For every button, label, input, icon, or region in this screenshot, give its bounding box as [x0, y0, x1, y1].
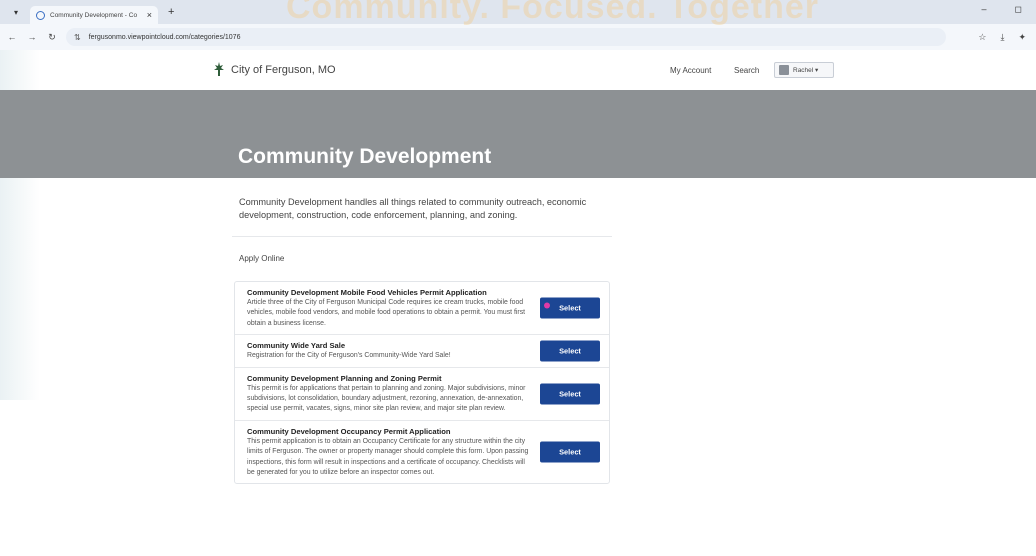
- section-heading: Apply Online: [239, 254, 285, 263]
- browser-toolbar: ← → ↻ ⇅ fergusonmo.viewpointcloud.com/ca…: [0, 24, 1036, 50]
- site-header: City of Ferguson, MO My Account Search R…: [0, 50, 1036, 90]
- list-item: Community Development Mobile Food Vehicl…: [235, 282, 609, 336]
- avatar: [779, 65, 789, 75]
- download-icon[interactable]: ⤓: [1000, 32, 1004, 43]
- select-button[interactable]: Select: [540, 340, 600, 362]
- item-title: Community Development Occupancy Permit A…: [247, 426, 451, 436]
- item-description: Article three of the City of Ferguson Mu…: [247, 299, 526, 327]
- my-account-link[interactable]: My Account: [670, 66, 711, 75]
- item-title: Community Development Planning and Zonin…: [247, 373, 442, 383]
- browser-tab[interactable]: Community Development - Co ×: [30, 6, 158, 24]
- bookmark-star-icon[interactable]: ☆: [978, 32, 986, 43]
- category-description: Community Development handles all things…: [239, 197, 587, 220]
- page-title: Community Development: [238, 145, 492, 168]
- reload-icon[interactable]: ↻: [44, 32, 60, 43]
- minimize-icon[interactable]: –: [982, 4, 987, 15]
- tab-close-icon[interactable]: ×: [147, 10, 152, 20]
- user-name: Rachel ▾: [793, 67, 819, 74]
- browser-actions: ☆ ⤓ ✦: [978, 32, 1026, 43]
- maximize-icon[interactable]: ◻: [1015, 4, 1022, 15]
- select-label: Select: [559, 389, 581, 399]
- tab-title: Community Development - Co: [50, 11, 138, 19]
- list-item: Community Development Planning and Zonin…: [235, 368, 609, 421]
- url-text[interactable]: fergusonmo.viewpointcloud.com/categories…: [89, 34, 241, 41]
- search-link[interactable]: Search: [734, 66, 759, 75]
- tab-list-chevron-icon[interactable]: ▾: [10, 8, 22, 17]
- back-arrow-icon[interactable]: ←: [4, 32, 20, 42]
- item-description: This permit application is to obtain an …: [247, 437, 529, 477]
- extensions-icon[interactable]: ✦: [1018, 32, 1026, 43]
- url-bar[interactable]: ⇅ fergusonmo.viewpointcloud.com/categori…: [66, 28, 946, 46]
- background-ghost-text: Community. Focused. Together: [286, 0, 819, 26]
- select-label: Select: [559, 303, 581, 313]
- ferguson-logo-icon[interactable]: [214, 62, 224, 76]
- item-description: This permit is for applications that per…: [247, 384, 526, 413]
- list-item: Community Development Occupancy Permit A…: [235, 421, 609, 484]
- item-title: Community Development Mobile Food Vehicl…: [247, 288, 487, 297]
- select-button[interactable]: Select: [540, 441, 600, 463]
- select-button[interactable]: Select: [540, 383, 600, 405]
- user-menu-button[interactable]: Rachel ▾: [774, 62, 834, 78]
- tab-favicon-icon: [36, 10, 45, 20]
- hero-banner: Community Development: [0, 90, 1036, 178]
- cursor-indicator: [544, 302, 550, 309]
- forward-arrow-icon[interactable]: →: [24, 32, 40, 42]
- site-settings-icon[interactable]: ⇅: [74, 33, 81, 42]
- site-title[interactable]: City of Ferguson, MO: [231, 64, 336, 76]
- new-tab-button[interactable]: +: [168, 6, 174, 18]
- select-label: Select: [559, 447, 581, 457]
- item-title: Community Wide Yard Sale: [247, 341, 346, 351]
- select-button[interactable]: Select: [540, 297, 600, 319]
- permit-list: Community Development Mobile Food Vehicl…: [234, 281, 610, 485]
- item-description: Registration for the City of Ferguson's …: [247, 352, 451, 360]
- window-controls: – ◻: [982, 4, 1023, 15]
- list-item: Community Wide Yard Sale Registration fo…: [235, 335, 609, 368]
- select-label: Select: [559, 346, 581, 356]
- divider: [232, 236, 612, 237]
